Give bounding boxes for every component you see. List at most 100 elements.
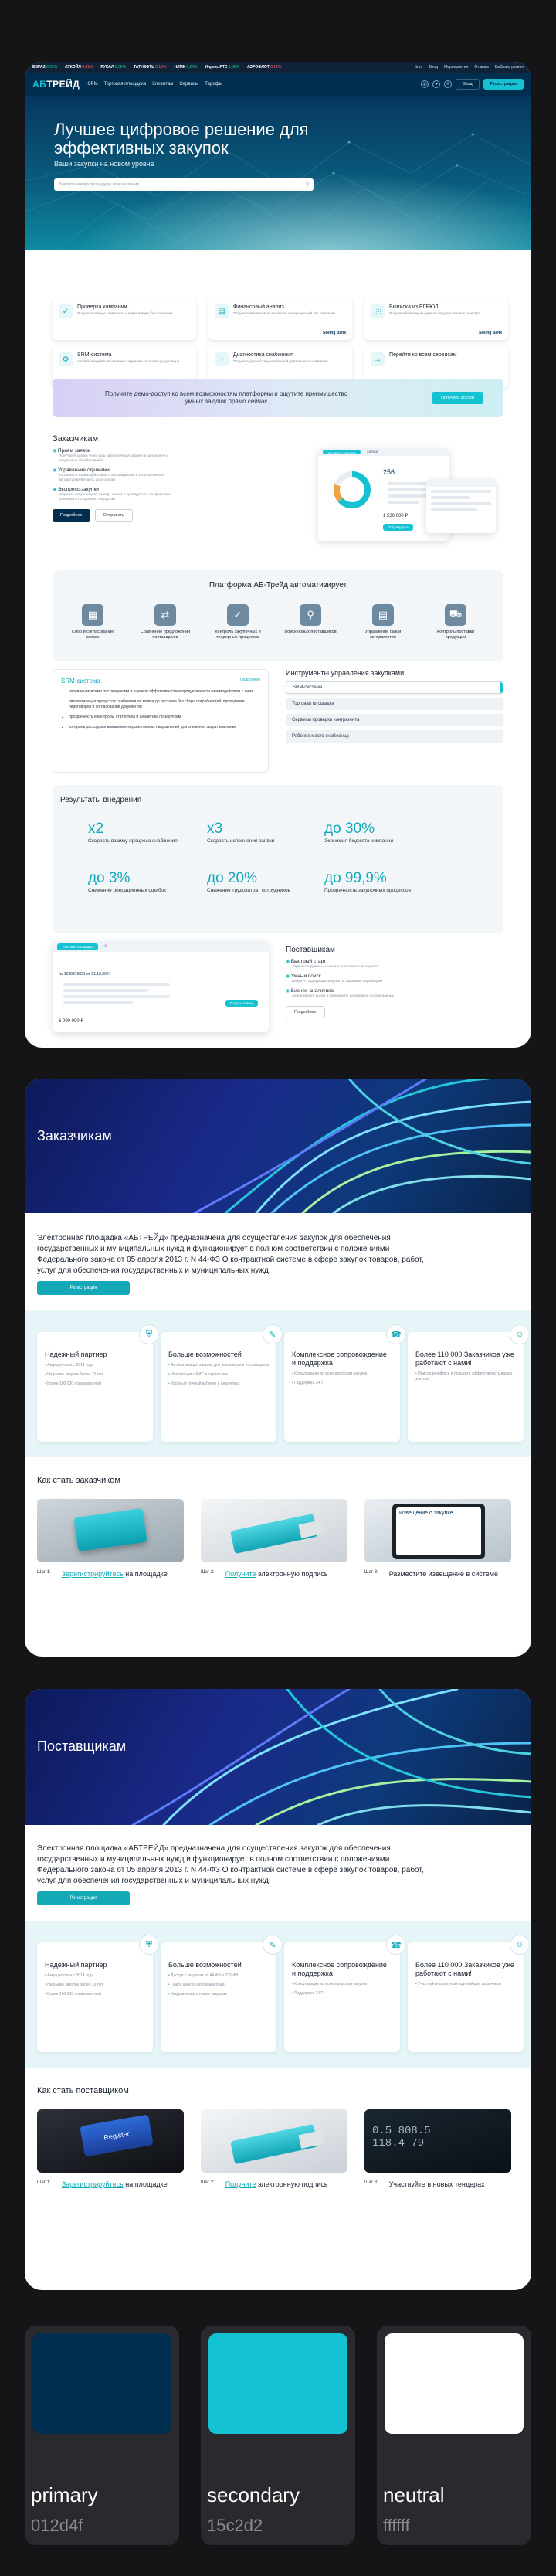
result-value: до 99,9% [324,870,387,886]
ticker-item: АЭРОФЛОТ 0,12% [247,65,281,70]
step-link[interactable]: Получите [225,1570,256,1578]
result-desc: Экономия бюджета компании [324,838,394,844]
login-button[interactable]: Вход [456,79,480,90]
fiber-cables-image [131,1689,531,1825]
step-number: Шаг 3: [364,2180,378,2185]
step-card: Шаг 2: Получите электронную подпись [201,2109,348,2189]
search-icon[interactable]: ⚲ [306,182,309,187]
logo[interactable]: АБТРЕЙД [32,79,80,90]
swatch-name: neutral [383,2483,445,2506]
customers-section: Заказчикам Прием заявокПолучайте заявки … [53,434,284,522]
tool-tab[interactable]: SRM-система [286,681,503,694]
tools-title: Инструменты управления закупками [286,669,405,677]
swatch-name: primary [31,2483,98,2506]
ticker-change: 0,36% [114,65,127,70]
step-text: электронную подпись [256,1570,328,1578]
main-page-card: ЕВРАЗ 0,52% ЛУКОЙЛ 0,41% РУСАЛ 0,36% ТАТНЕФ… [25,62,531,1048]
how-customer-title: Как стать заказчиком [37,1476,120,1485]
feature-card[interactable]: ⎘ Выписка из ЕГРЮЛ Получите выписку из еди… [364,298,508,340]
step-card: 0.5 808.5 118.4 79 Шаг 3: Участвуйте в новы… [364,2109,511,2189]
step-image: Register [37,2109,184,2173]
step-text: Участвуйте в новых тендерах [388,2180,485,2188]
ticker-name: АЭРОФЛОТ [247,65,270,70]
feature-card[interactable]: ▤ Финансовый анализ Получите финансовый ан… [208,298,352,340]
suppliers-register-button[interactable]: Регистрация [37,1891,130,1905]
feature-desc: Получите свежую отчетность и информацию … [77,311,173,315]
customers-title: Заказчикам [53,434,99,443]
step-number: Шаг 1: [37,2180,51,2185]
nav-link[interactable]: Тарифы [205,82,222,87]
user-icon[interactable]: ● [432,80,441,88]
ticker-item: ЕВРАЗ 0,52% [32,65,57,70]
advantage-point: Аккредитован с 2014 года [45,1363,145,1368]
feature-desc: Получите финансовый анализ по интересующ… [233,311,335,315]
nav-link[interactable]: Торговая площадка [104,82,147,87]
advantage-card: ✎ Больше возможностей Автоматизация закупо… [161,1324,283,1442]
customers-more-button[interactable]: Подробнее [53,509,90,522]
automation-item: ▦ Сбор и согласование заявок [66,604,119,641]
mock-tab-requests: Заявки [366,450,378,454]
step-link[interactable]: Зарегистрируйтесь [62,2180,124,2188]
nav-link[interactable]: Сервисы [179,82,198,87]
nav-link[interactable]: Клиентам [152,82,173,87]
top-link[interactable]: Блог [415,65,423,70]
ticker-name: ЕВРАЗ [32,65,46,70]
advantage-title: Более 110 000 Заказчиков уже работают с … [415,1961,514,1977]
customers-send-button[interactable]: Отправить [94,509,133,522]
color-swatch: neutral ffffff [377,2326,531,2545]
result-stat: до 20% Снижение трудозатрат сотрудников [207,870,300,894]
customers-register-button[interactable]: Регистрация [37,1281,130,1295]
swatch-hex: 012d4f [31,2516,83,2535]
advantage-title: Больше возможностей [168,1351,242,1358]
result-desc: Скорость взаиму процесса снабжения [88,838,178,844]
feature-tag: Seeing Bank [478,331,502,335]
advantage-point: На рынке закупок более 10 лет [45,1983,145,1988]
customer-feature-desc: Получайте заявки через ваш сайт и личный… [59,454,168,462]
step-number: Шаг 3: [364,1570,378,1575]
srm-block: SRM-система Подробнее управление всеми по… [53,669,269,773]
mock-confirm-button[interactable]: Подтвердить [383,524,414,531]
advantage-card: ☺ Более 110 000 Заказчиков уже работают с… [408,1324,530,1442]
advantage-card: ☎ Комплексное сопровождение и поддержка Ко… [284,1324,406,1442]
feature-icon: ▤ [215,304,229,318]
advantage-title: Надежный партнер [45,1351,107,1358]
tool-tab[interactable]: Рабочее место снабженца [286,730,503,743]
nav-link[interactable]: СРМ [87,82,97,87]
advantage-point: Участвуйте в закупках крупнейших заказчи… [415,1982,516,1987]
feature-title: SRM-система [77,352,112,358]
step-link[interactable]: Получите [225,2180,256,2188]
step-label: Зарегистрируйтесь на площадке [62,2180,168,2189]
feature-desc: Получите выписку из единого государствен… [389,311,480,315]
feature-title: Диагностика снабжения [233,352,293,358]
top-link[interactable]: Вход [429,65,438,70]
tool-tab[interactable]: Торговая площадка [286,698,503,710]
notice-screen-text: Извещение о закупке [396,1507,481,1555]
srm-list-item: автоматизация процессов снабжения от зая… [69,699,260,710]
customers-mockup-side [426,479,496,533]
search-input[interactable]: Введите номер процедуры или название ⚲ [54,178,314,191]
fiber-cables-image [193,1079,531,1213]
search-icon: ⚲ [104,944,107,948]
get-access-button[interactable]: Получить доступ [431,392,483,404]
top-link[interactable]: Выбрать регион [495,65,524,70]
mock-procedure-id: № 1689379021 от 31.10.2024 [59,972,111,977]
mock-apply-button[interactable]: Подать заявку [225,1000,258,1007]
top-link[interactable]: Мероприятия [444,65,468,70]
result-value: x3 [207,821,223,837]
register-button[interactable]: Регистрация [483,79,524,90]
step-link[interactable]: Зарегистрируйтесь [62,1570,124,1578]
advantage-point: Автоматизация закупок для заказчиков и п… [168,1363,269,1368]
tool-tab[interactable]: Сервисы проверки контрагента [286,714,503,726]
step-card: Извещение о закупке Шаг 3: Разместите изве… [364,1499,511,1579]
phone-icon[interactable]: ☏ [421,80,429,88]
suppliers-more-button[interactable]: Подробнее [286,1006,325,1018]
advantage-card: ⛨ Надежный партнер Аккредитован с 2014 год… [37,1324,159,1442]
step-label: Разместите извещение в системе [389,1570,498,1579]
srm-more-link[interactable]: Подробнее [240,678,260,685]
feature-card[interactable]: ✓ Проверка компании Получите свежую отчетн… [53,298,196,340]
menu-icon[interactable]: ≡ [444,80,453,88]
result-desc: Снижение операционных ошибок [88,888,167,893]
step-card: Шаг 2: Получите электронную подпись [201,1499,348,1579]
suppliers-mockup: Торговая площадка ⚲ № 1689379021 от 31.10… [53,941,269,1032]
top-link[interactable]: Отзывы [474,65,488,70]
